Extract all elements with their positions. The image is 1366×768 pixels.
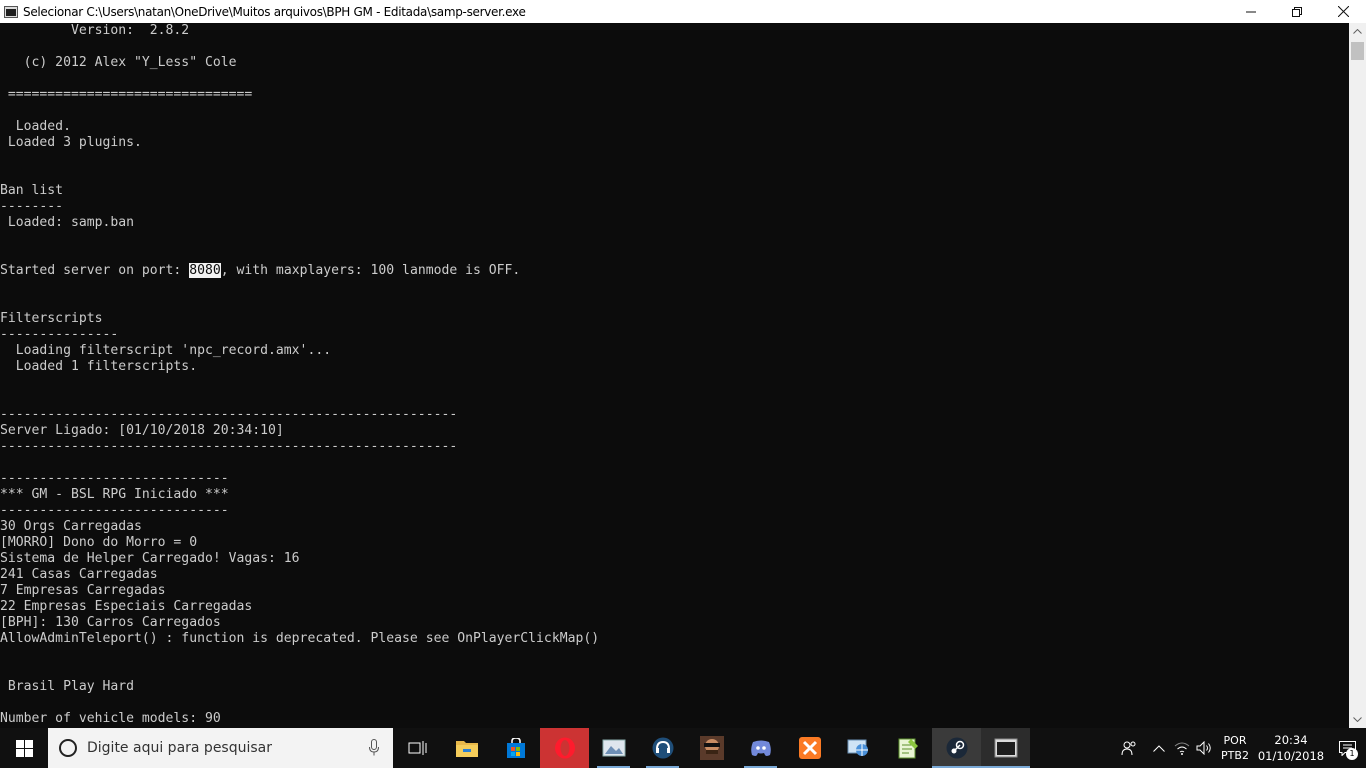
file-explorer-icon[interactable]	[442, 728, 491, 768]
action-center-button[interactable]: 1	[1328, 728, 1366, 768]
console-line: Filterscripts	[0, 311, 103, 326]
notification-count-badge: 1	[1346, 748, 1358, 760]
steam-icon[interactable]	[932, 728, 981, 768]
console-line: [BPH]: 130 Carros Carregados	[0, 615, 221, 630]
discord-icon[interactable]	[736, 728, 785, 768]
console-line: -----------------------------	[0, 503, 229, 518]
task-view-icon[interactable]	[393, 728, 442, 768]
console-line: -----------------------------	[0, 471, 229, 486]
minimize-button[interactable]	[1228, 0, 1274, 23]
console-line: ---------------	[0, 327, 119, 342]
search-placeholder: Digite aqui para pesquisar	[87, 740, 273, 756]
title-bar[interactable]: Selecionar C:\Users\natan\OneDrive\Muito…	[0, 0, 1366, 23]
console-window-icon[interactable]	[4, 5, 18, 18]
scroll-down-button[interactable]	[1349, 711, 1366, 728]
xampp-icon[interactable]	[785, 728, 834, 768]
taskbar-search-box[interactable]: Digite aqui para pesquisar	[48, 728, 393, 768]
console-app-icon[interactable]	[981, 728, 1030, 768]
show-hidden-icons-chevron-up-icon[interactable]	[1146, 728, 1172, 768]
clock-date: 01/10/2018	[1257, 749, 1325, 763]
taskbar: Digite aqui para pesquisar POR PTB2 20:3…	[0, 728, 1366, 768]
scrollbar-thumb[interactable]	[1351, 42, 1364, 60]
console-line: Loaded.	[0, 119, 71, 134]
console-line: Loaded 3 plugins.	[0, 135, 142, 150]
restore-icon	[1292, 6, 1302, 17]
cortana-icon	[59, 739, 77, 757]
console-line: Sistema de Helper Carregado! Vagas: 16	[0, 551, 300, 566]
start-button[interactable]	[0, 728, 48, 768]
console-line: 241 Casas Carregadas	[0, 567, 158, 582]
chevron-down-icon	[1353, 717, 1362, 722]
console-line: Brasil Play Hard	[0, 679, 135, 694]
teamspeak-icon[interactable]	[638, 728, 687, 768]
console-line: AllowAdminTeleport() : function is depre…	[0, 631, 600, 646]
console-line: ===============================	[0, 87, 253, 102]
people-icon[interactable]	[1112, 728, 1146, 768]
windows-logo-icon	[15, 739, 33, 757]
microsoft-store-icon[interactable]	[491, 728, 540, 768]
microphone-icon	[369, 739, 379, 756]
console-line: --------	[0, 199, 64, 214]
system-tray: POR PTB2 20:34 01/10/2018 1	[1112, 728, 1366, 768]
console-line: Loaded: samp.ban	[0, 215, 135, 230]
console-line: [MORRO] Dono do Morro = 0	[0, 535, 198, 550]
console-line: Ban list	[0, 183, 64, 198]
photos-icon[interactable]	[589, 728, 638, 768]
console-line: Number of vehicle models: 90	[0, 711, 221, 726]
notepad-plus-icon[interactable]	[883, 728, 932, 768]
console-line: ----------------------------------------…	[0, 439, 458, 454]
console-line: 30 Orgs Carregadas	[0, 519, 142, 534]
console-line: 7 Empresas Carregadas	[0, 583, 166, 598]
window-controls	[1228, 0, 1366, 23]
clock-time: 20:34	[1274, 733, 1308, 747]
console-line: Server Ligado: [01/10/2018 20:34:10]	[0, 423, 284, 438]
close-button[interactable]	[1320, 0, 1366, 23]
clock[interactable]: 20:34 01/10/2018	[1254, 728, 1328, 768]
console-line: ----------------------------------------…	[0, 407, 458, 422]
language-indicator[interactable]: POR PTB2	[1216, 728, 1254, 768]
network-tool-icon[interactable]	[834, 728, 883, 768]
restore-button[interactable]	[1274, 0, 1320, 23]
console-line: 22 Empresas Especiais Carregadas	[0, 599, 253, 614]
console-line: Loading filterscript 'npc_record.amx'...	[0, 343, 332, 358]
window-title: Selecionar C:\Users\natan\OneDrive\Muito…	[23, 4, 526, 19]
scroll-up-button[interactable]	[1349, 23, 1366, 40]
console-line: Version: 2.8.2	[0, 23, 190, 38]
console-line: Started server on port: 8080, with maxpl…	[0, 263, 521, 278]
console-line: Loaded 1 filterscripts.	[0, 359, 198, 374]
minimize-icon	[1246, 11, 1256, 12]
opera-icon[interactable]	[540, 728, 589, 768]
chevron-up-icon	[1353, 29, 1362, 34]
volume-icon[interactable]	[1192, 728, 1216, 768]
network-wifi-icon[interactable]	[1172, 728, 1192, 768]
keyboard-layout: PTB2	[1221, 749, 1249, 762]
vertical-scrollbar[interactable]	[1349, 23, 1366, 728]
console-output[interactable]: Version: 2.8.2 (c) 2012 Alex "Y_Less" Co…	[0, 23, 1349, 728]
console-line: *** GM - BSL RPG Iniciado ***	[0, 487, 229, 502]
language-code: POR	[1223, 734, 1247, 747]
close-icon	[1337, 6, 1349, 17]
console-line: (c) 2012 Alex "Y_Less" Cole	[0, 55, 237, 70]
game-avatar-icon[interactable]	[687, 728, 736, 768]
selected-text: 8080	[189, 263, 221, 278]
